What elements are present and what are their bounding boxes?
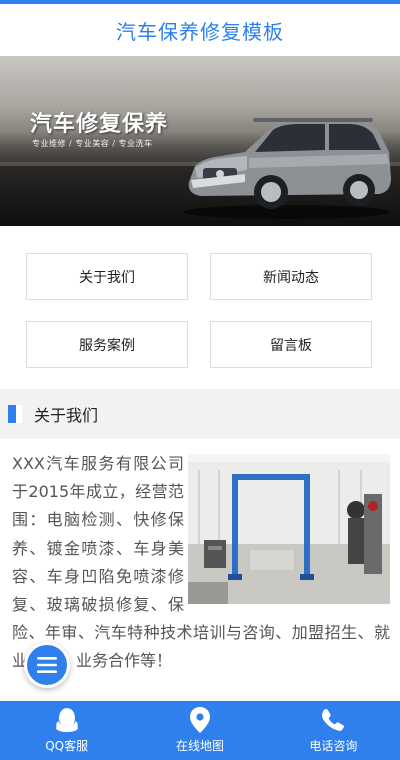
bottom-label-qq: QQ客服	[45, 739, 89, 753]
nav-button-news[interactable]: 新闻动态	[210, 253, 372, 300]
bottom-item-map[interactable]: 在线地图	[133, 701, 266, 760]
hero-banner[interactable]: 汽车修复保养 专业维修 / 专业美容 / 专业洗车	[0, 56, 400, 226]
section-header-about: 关于我们	[0, 389, 400, 439]
bottom-bar: QQ客服 在线地图 电话咨询	[0, 701, 400, 760]
bottom-label-phone: 电话咨询	[309, 739, 358, 753]
nav-button-guestbook[interactable]: 留言板	[210, 321, 372, 368]
banner-tagline: 专业维修 / 专业美容 / 专业洗车	[32, 139, 153, 148]
header: 汽车保养修复模板	[0, 4, 400, 56]
menu-icon	[37, 657, 57, 673]
map-pin-icon	[189, 707, 210, 733]
nav-button-cases[interactable]: 服务案例	[26, 321, 188, 368]
qq-icon	[55, 707, 79, 733]
about-content: XXX汽车服务有限公司于2015年成立，经营范围：电脑检测、快修保养、镀金喷漆、…	[12, 450, 390, 680]
bottom-label-map: 在线地图	[175, 739, 224, 753]
floating-menu-button[interactable]	[24, 642, 70, 688]
section-marker	[8, 405, 16, 423]
bottom-item-qq[interactable]: QQ客服	[0, 701, 133, 760]
nav-button-about[interactable]: 关于我们	[26, 253, 188, 300]
garage-photo	[188, 454, 390, 604]
section-title: 关于我们	[34, 406, 99, 425]
banner-headline: 汽车修复保养	[30, 112, 169, 137]
section-marker-gap	[16, 405, 22, 423]
bottom-item-phone[interactable]: 电话咨询	[267, 701, 400, 760]
car-image	[183, 118, 391, 219]
page-title: 汽车保养修复模板	[116, 19, 284, 44]
garage-illustration	[188, 454, 390, 604]
phone-icon	[321, 707, 345, 733]
